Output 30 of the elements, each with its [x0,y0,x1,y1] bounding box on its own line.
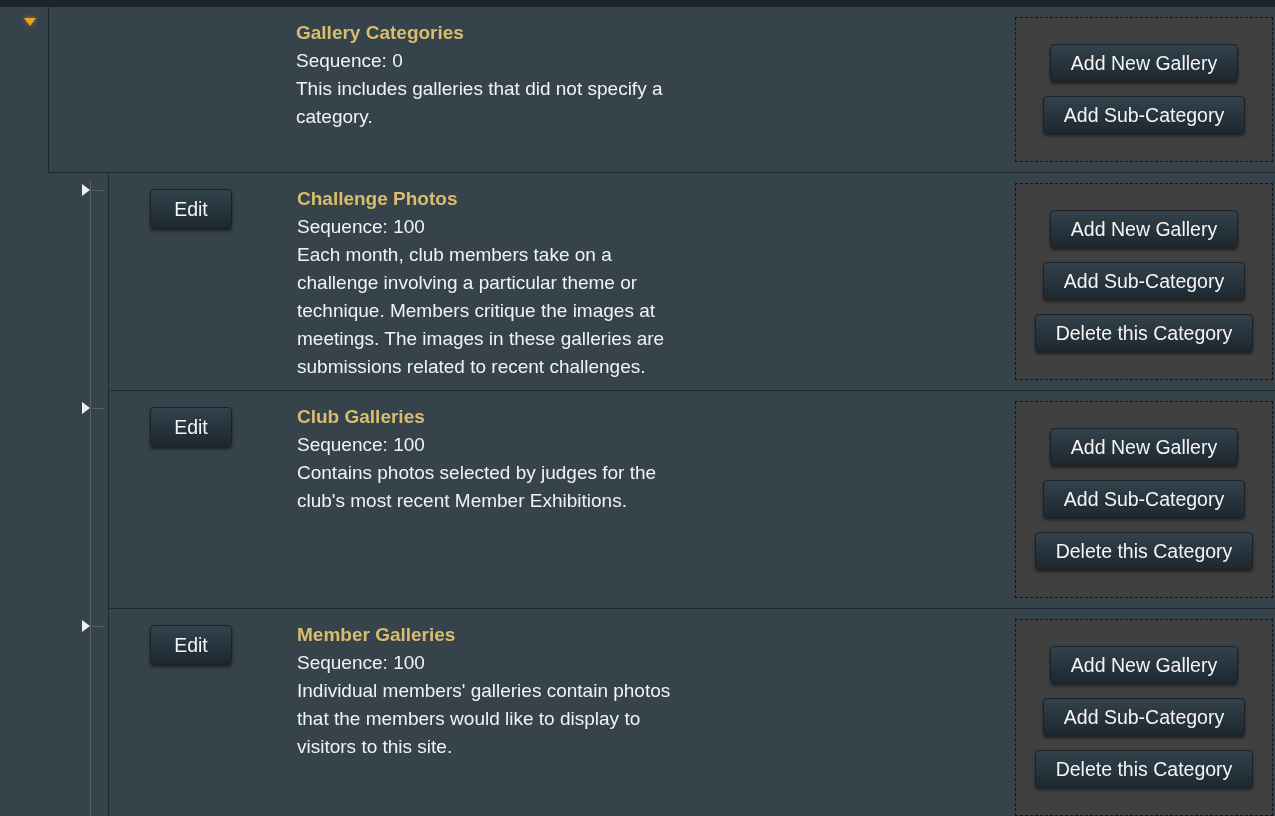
edit-button[interactable]: Edit [150,625,232,665]
expand-arrow-icon[interactable] [81,401,91,415]
category-title: Member Galleries [297,623,457,647]
expand-arrow-icon[interactable] [81,619,91,633]
expand-arrow-icon[interactable] [81,183,91,197]
category-title: Gallery Categories [296,21,465,45]
action-button[interactable]: Add New Gallery [1049,210,1239,248]
category-description: Contains photos selected by judges for the club's most recent Member Exhibitions. [297,461,658,513]
category-title: Challenge Photos [297,187,459,211]
action-button[interactable]: Delete this Category [1034,314,1254,352]
category-description: This includes galleries that did not specify a category. [296,77,664,129]
action-button[interactable]: Delete this Category [1034,750,1254,788]
action-button[interactable]: Add New Gallery [1049,646,1239,684]
collapse-arrow-icon[interactable] [23,17,37,27]
category-title: Club Galleries [297,405,426,429]
action-button[interactable]: Add Sub-Category [1042,262,1246,300]
sequence-label: Sequence: 100 [297,433,426,457]
category-description: Each month, club members take on a challenge involving a particular theme or technique. Members critique the images at meetings. The images in these galleries are submissions related to recent challenges. [297,243,666,379]
edit-button[interactable]: Edit [150,189,232,229]
action-button[interactable]: Add Sub-Category [1042,480,1246,518]
category-description: Individual members' galleries contain photos that the members would like to display to visitors to this site. [297,679,672,759]
action-button[interactable]: Add Sub-Category [1042,96,1246,134]
action-button[interactable]: Add New Gallery [1049,428,1239,466]
edit-button[interactable]: Edit [150,407,232,447]
sequence-label: Sequence: 0 [296,49,404,73]
sequence-label: Sequence: 100 [297,651,426,675]
action-button[interactable]: Add Sub-Category [1042,698,1246,736]
action-button[interactable]: Add New Gallery [1049,44,1239,82]
action-button[interactable]: Delete this Category [1034,532,1254,570]
sequence-label: Sequence: 100 [297,215,426,239]
